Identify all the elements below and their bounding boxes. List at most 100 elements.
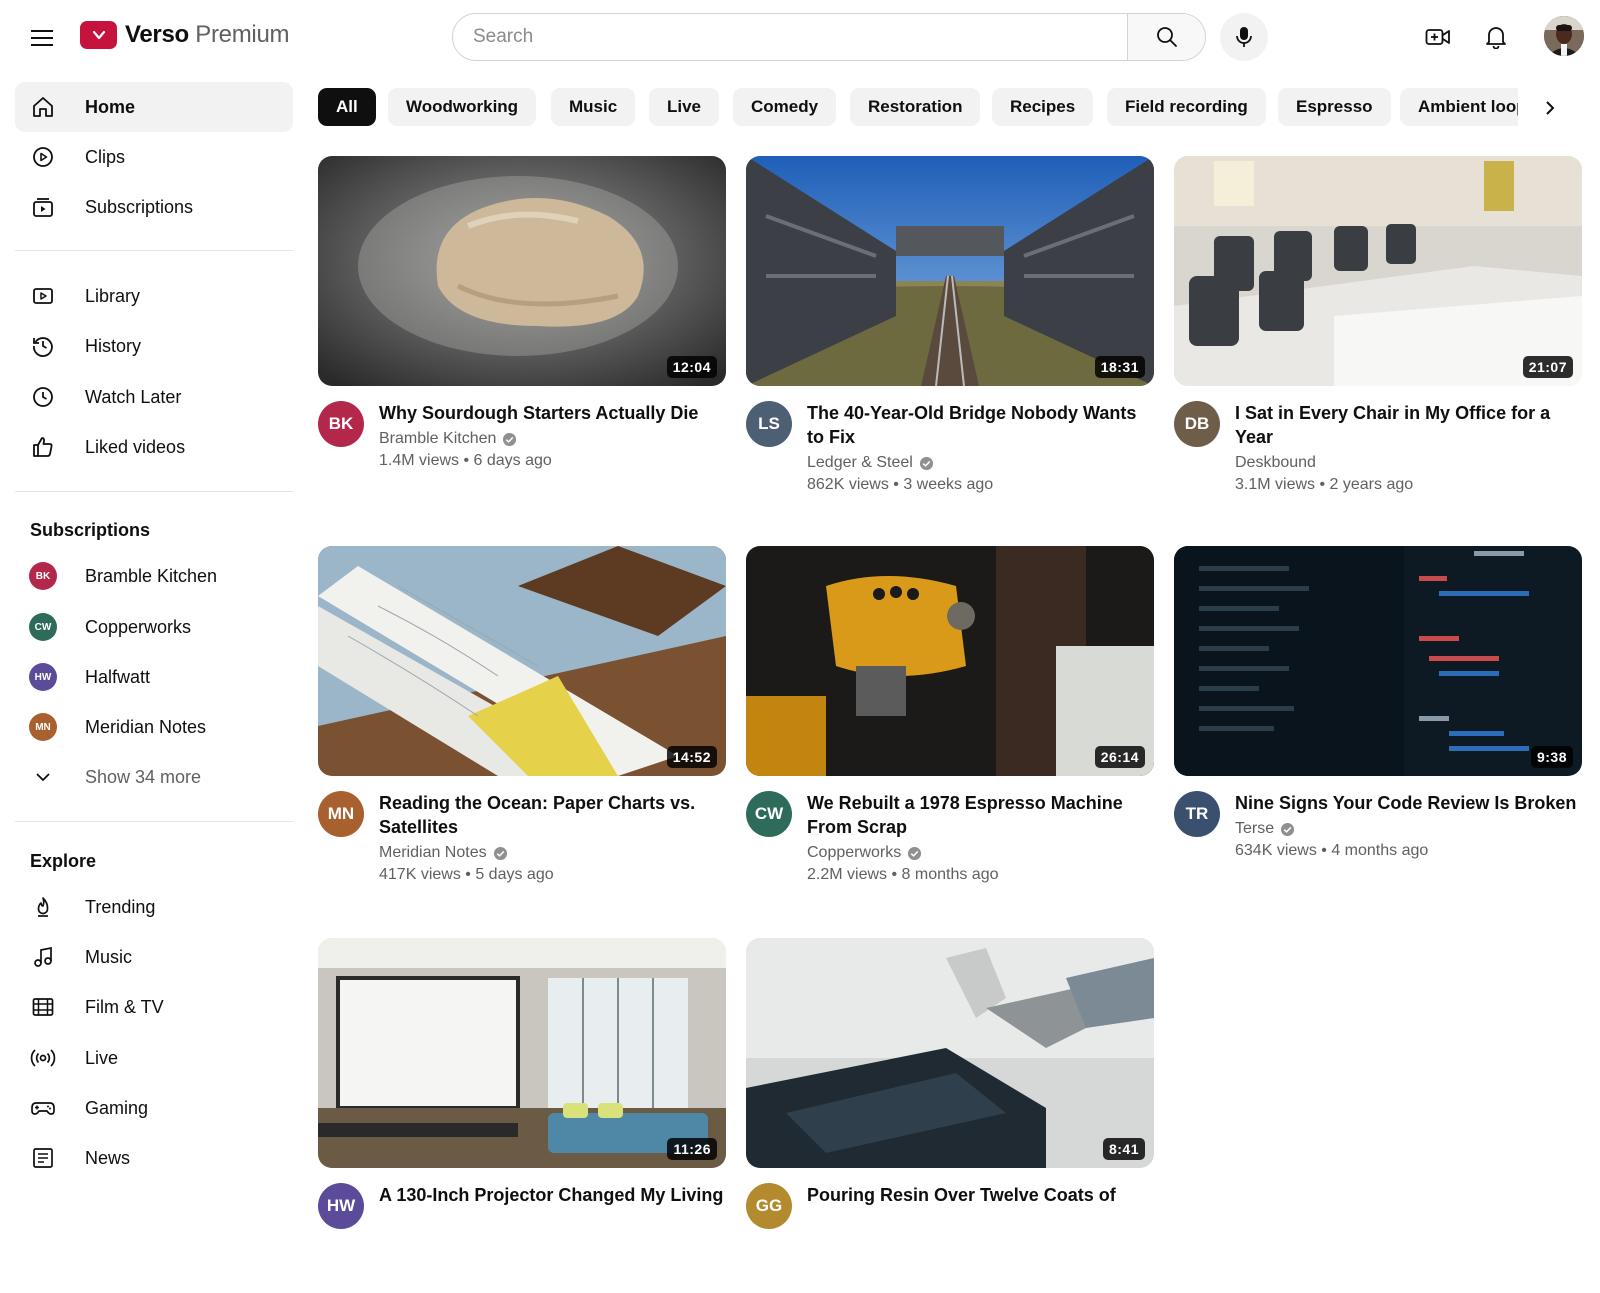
thumbs-up-icon [29,433,57,461]
sidebar-item-copperworks[interactable]: CW Copperworks [15,602,293,652]
chip-music[interactable]: Music [551,88,636,126]
logo[interactable]: Verso Premium [80,21,289,49]
video-card[interactable]: 9:38 TR Nine Signs Your Code Review Is B… [1174,546,1582,901]
brand-name: Verso [125,21,189,48]
chip-recipes[interactable]: Recipes [992,88,1094,126]
channel-name: Meridian Notes [379,844,487,861]
sidebar-item-label: Bramble Kitchen [85,565,218,586]
video-channel[interactable]: Copperworks [807,844,922,862]
video-duration: 14:52 [666,746,717,768]
video-title[interactable]: Why Sourdough Starters Actually Die [379,401,729,425]
chip-woodworking[interactable]: Woodworking [388,88,537,126]
video-title[interactable]: Nine Signs Your Code Review Is Broken [1235,791,1585,815]
show-more-button[interactable]: Show 34 more [15,752,293,802]
video-card[interactable]: 21:07 DB I Sat in Every Chair in My Offi… [1174,156,1582,511]
video-thumbnail[interactable]: 11:26 [318,938,726,1168]
video-title[interactable]: I Sat in Every Chair in My Office for a … [1235,401,1585,449]
channel-avatar[interactable]: HW [318,1183,364,1229]
video-channel[interactable]: Bramble Kitchen [379,430,517,448]
sidebar-item-bramble-kitchen[interactable]: BK Bramble Kitchen [15,551,293,601]
channel-avatar[interactable]: DB [1174,401,1220,447]
sidebar-item-trending[interactable]: Trending [15,882,293,932]
sidebar-item-film-tv[interactable]: Film & TV [15,982,293,1032]
sidebar-item-live[interactable]: Live [15,1033,293,1083]
video-card[interactable]: 26:14 CW We Rebuilt a 1978 Espresso Mach… [746,546,1154,901]
chip-comedy[interactable]: Comedy [733,88,837,126]
create-button[interactable] [1418,17,1458,57]
chip-ambient-loops[interactable]: Ambient loops [1400,88,1518,126]
brand-suffix: Premium [195,21,290,48]
video-card[interactable]: 18:31 LS The 40-Year-Old Bridge Nobody W… [746,156,1154,511]
chips-next-button[interactable] [1530,88,1570,128]
search-input[interactable] [453,14,1127,60]
channel-avatar[interactable]: MN [318,791,364,837]
channel-avatar[interactable]: GG [746,1183,792,1229]
video-channel[interactable]: Ledger & Steel [807,454,934,472]
sidebar-item-home[interactable]: Home [15,82,293,132]
history-icon [29,332,57,360]
sidebar-item-label: Watch Later [85,386,182,407]
video-title[interactable]: The 40-Year-Old Bridge Nobody Wants to F… [807,401,1157,449]
video-title[interactable]: A 130-Inch Projector Changed My Living [379,1183,729,1207]
video-channel[interactable]: Meridian Notes [379,844,508,862]
sidebar-item-library[interactable]: Library [15,271,293,321]
notifications-button[interactable] [1476,17,1516,57]
account-avatar[interactable] [1544,16,1584,56]
thumbnail-image [1174,546,1582,776]
channel-avatar[interactable]: TR [1174,791,1220,837]
sidebar-item-liked-videos[interactable]: Liked videos [15,422,293,472]
sidebar-item-history[interactable]: History [15,321,293,371]
video-thumbnail[interactable]: 9:38 [1174,546,1582,776]
channel-avatar[interactable]: CW [746,791,792,837]
chip-field-recording[interactable]: Field recording [1107,88,1266,126]
bell-icon [1486,27,1506,49]
channel-avatar[interactable]: BK [318,401,364,447]
film-icon [29,993,57,1021]
sidebar-item-label: Home [85,96,136,117]
video-stats: 634K views • 4 months ago [1235,842,1429,859]
sidebar-item-halfwatt[interactable]: HW Halfwatt [15,652,293,702]
category-chips: All Woodworking Music Live Comedy Restor… [318,88,1518,128]
voice-search-button[interactable] [1220,13,1268,61]
video-card[interactable]: 11:26 HW A 130-Inch Projector Changed My… [318,938,726,1293]
video-channel[interactable]: Terse [1235,820,1295,838]
sidebar-item-meridian-notes[interactable]: MN Meridian Notes [15,702,293,752]
chip-live[interactable]: Live [649,88,720,126]
sidebar: Home Clips Subscriptions Library History… [0,74,300,1200]
video-thumbnail[interactable]: 21:07 [1174,156,1582,386]
upload-age: 2 years ago [1329,476,1414,493]
menu-icon[interactable] [22,18,62,58]
sidebar-item-subscriptions[interactable]: Subscriptions [15,182,293,232]
video-duration: 18:31 [1094,356,1145,378]
video-title[interactable]: Reading the Ocean: Paper Charts vs. Sate… [379,791,729,839]
sidebar-item-gaming[interactable]: Gaming [15,1083,293,1133]
chip-all[interactable]: All [318,88,376,126]
video-thumbnail[interactable]: 14:52 [318,546,726,776]
chip-restoration[interactable]: Restoration [850,88,981,126]
video-stats: 3.1M views • 2 years ago [1235,476,1414,493]
video-title[interactable]: We Rebuilt a 1978 Espresso Machine From … [807,791,1157,839]
trending-icon [29,893,57,921]
video-card[interactable]: 8:41 GG Pouring Resin Over Twelve Coats … [746,938,1154,1293]
sidebar-item-news[interactable]: News [15,1133,293,1183]
sidebar-divider [15,821,293,822]
video-thumbnail[interactable]: 18:31 [746,156,1154,386]
video-thumbnail[interactable]: 12:04 [318,156,726,386]
video-card[interactable]: 14:52 MN Reading the Ocean: Paper Charts… [318,546,726,901]
chip-espresso[interactable]: Espresso [1278,88,1391,126]
channel-avatar[interactable]: LS [746,401,792,447]
music-icon [29,943,57,971]
video-thumbnail[interactable]: 26:14 [746,546,1154,776]
view-count: 634K views [1235,842,1317,859]
sidebar-item-watch-later[interactable]: Watch Later [15,372,293,422]
search-button[interactable] [1127,14,1205,60]
clips-icon [29,143,57,171]
video-channel[interactable]: Deskbound [1235,454,1316,472]
video-title[interactable]: Pouring Resin Over Twelve Coats of [807,1183,1157,1207]
sidebar-item-label: Live [85,1047,119,1068]
sidebar-item-clips[interactable]: Clips [15,132,293,182]
video-card[interactable]: 12:04 BK Why Sourdough Starters Actually… [318,156,726,511]
channel-name: Terse [1235,820,1275,837]
sidebar-item-music[interactable]: Music [15,932,293,982]
video-thumbnail[interactable]: 8:41 [746,938,1154,1168]
